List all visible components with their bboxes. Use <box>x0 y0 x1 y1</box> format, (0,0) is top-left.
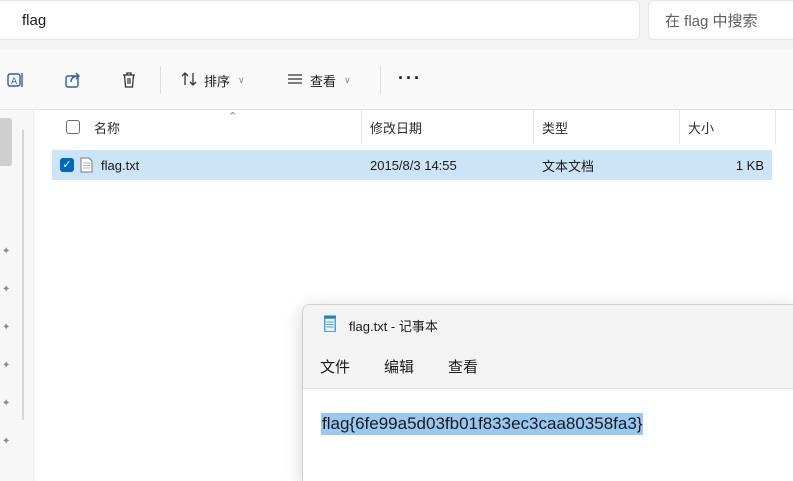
chevron-down-icon: ∨ <box>344 74 351 85</box>
column-modified-label: 修改日期 <box>370 120 423 136</box>
pin-icon: ✦ <box>2 322 11 333</box>
text-file-icon <box>80 157 93 173</box>
column-type[interactable]: 类型 <box>534 110 680 144</box>
pin-icon: ✦ <box>2 284 11 295</box>
file-size: 1 KB <box>735 157 764 173</box>
notepad-window: flag.txt - 记事本 文件 编辑 查看 flag{6fe99a5d03f… <box>302 304 793 481</box>
view-label: 查看 <box>310 73 337 89</box>
file-modified: 2015/8/3 14:55 <box>370 157 457 173</box>
search-input[interactable]: 在 flag 中搜索 <box>648 0 793 40</box>
nav-scrollbar[interactable] <box>0 118 12 166</box>
column-header: 名称 ⌃ 修改日期 类型 大小 <box>34 110 793 144</box>
share-icon[interactable] <box>60 67 86 93</box>
selected-text[interactable]: flag{6fe99a5d03fb01f833ec3caa80358fa3} <box>321 413 644 435</box>
command-bar: A 排序 ∨ 查看 ∨ ··· <box>0 50 793 110</box>
svg-text:A: A <box>11 77 18 87</box>
select-all-checkbox[interactable] <box>66 120 80 134</box>
table-row[interactable]: ✓ flag.txt 2015/8/3 14:55 文本文档 1 KB <box>52 150 772 180</box>
sort-button[interactable]: 排序 ∨ <box>180 68 245 92</box>
nav-divider <box>22 130 24 420</box>
top-bar: flag 在 flag 中搜索 <box>0 0 793 44</box>
column-size-label: 大小 <box>688 120 715 136</box>
column-name[interactable]: 名称 ⌃ <box>58 110 362 144</box>
pin-icon: ✦ <box>2 398 11 409</box>
column-modified[interactable]: 修改日期 <box>362 110 534 144</box>
column-name-label: 名称 <box>94 120 121 136</box>
sort-ascending-icon: ⌃ <box>228 111 238 123</box>
notepad-menu-bar: 文件 编辑 查看 <box>303 345 793 389</box>
chevron-down-icon: ∨ <box>238 74 245 85</box>
more-options-button[interactable]: ··· <box>398 68 422 89</box>
pin-icon: ✦ <box>2 246 11 257</box>
view-list-icon <box>286 71 304 90</box>
toolbar-separator <box>160 66 161 94</box>
rename-icon[interactable]: A <box>2 67 28 93</box>
navigation-pane: ✦ ✦ ✦ ✦ ✦ ✦ <box>0 110 34 481</box>
file-type: 文本文档 <box>542 158 595 174</box>
notepad-title: flag.txt - 记事本 <box>349 318 438 334</box>
delete-icon[interactable] <box>116 67 142 93</box>
view-button[interactable]: 查看 ∨ <box>286 68 351 92</box>
column-type-label: 类型 <box>542 120 569 136</box>
address-path: flag <box>22 11 47 29</box>
file-name: flag.txt <box>101 157 140 173</box>
menu-view[interactable]: 查看 <box>448 356 478 377</box>
toolbar-separator <box>380 66 381 94</box>
address-bar[interactable]: flag <box>0 0 640 40</box>
sort-icon <box>180 71 198 90</box>
pin-icon: ✦ <box>2 436 11 447</box>
notepad-text-area[interactable]: flag{6fe99a5d03fb01f833ec3caa80358fa3} <box>303 389 793 481</box>
pin-icon: ✦ <box>2 360 11 371</box>
notepad-title-bar[interactable]: flag.txt - 记事本 <box>303 305 793 345</box>
column-size[interactable]: 大小 <box>680 110 776 144</box>
menu-edit[interactable]: 编辑 <box>384 356 414 377</box>
notepad-app-icon <box>323 315 337 336</box>
menu-file[interactable]: 文件 <box>320 356 350 377</box>
row-checkbox[interactable]: ✓ <box>60 158 74 172</box>
sort-label: 排序 <box>204 73 231 89</box>
search-placeholder: 在 flag 中搜索 <box>665 12 758 30</box>
